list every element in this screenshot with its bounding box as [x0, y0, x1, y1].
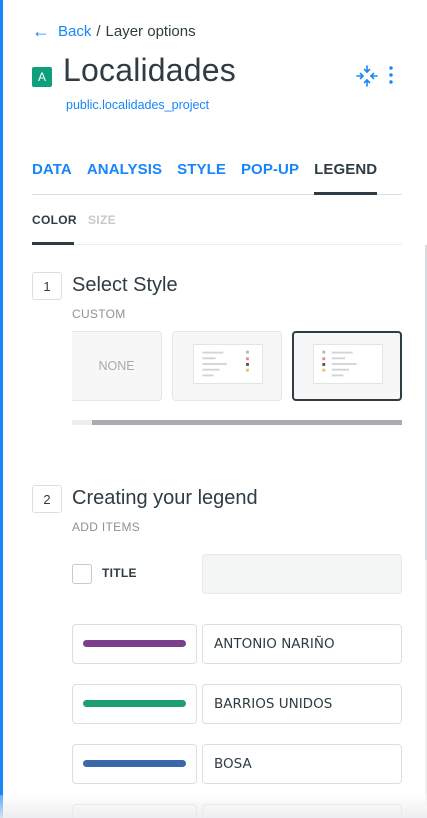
legend-item-name-input[interactable]: ANTONIO NARIÑO [202, 624, 402, 664]
back-arrow-icon[interactable]: ← [32, 22, 50, 40]
panel-left-accent [0, 0, 3, 818]
tab-analysis[interactable]: ANALYSIS [87, 160, 162, 195]
title-checkbox[interactable] [72, 564, 92, 584]
back-link[interactable]: Back [58, 23, 91, 40]
legend-item-color-picker[interactable] [72, 744, 197, 784]
breadcrumb-separator: / [96, 22, 101, 40]
style-option-legend-left[interactable] [172, 331, 282, 401]
subtab-color[interactable]: COLOR [32, 212, 77, 245]
tab-style[interactable]: STYLE [177, 160, 226, 195]
step-1-number: 1 [32, 272, 62, 300]
tab-data[interactable]: DATA [32, 160, 72, 195]
breadcrumb: ← Back / Layer options [32, 22, 196, 40]
legend-item-color-picker[interactable] [72, 684, 197, 724]
legend-item-name-input[interactable]: BOSA [202, 744, 402, 784]
legend-subtabs: COLOR SIZE [32, 212, 402, 245]
legend-preview-thumbnail [193, 344, 263, 384]
legend-item-name-input[interactable]: BARRIOS UNIDOS [202, 684, 402, 724]
color-swatch [83, 700, 186, 707]
step-2-subtitle: ADD ITEMS [72, 520, 141, 534]
legend-title-input[interactable] [202, 554, 402, 594]
layer-tabs: DATA ANALYSIS STYLE POP-UP LEGEND [32, 160, 402, 195]
legend-item-color-picker[interactable] [72, 624, 197, 664]
layer-letter-badge: A [32, 67, 52, 87]
step-2-number: 2 [32, 485, 62, 513]
tab-legend[interactable]: LEGEND [314, 160, 378, 195]
color-swatch [83, 640, 186, 647]
collapse-icon[interactable] [356, 65, 378, 87]
style-carousel-scroll-thumb[interactable] [92, 420, 402, 425]
legend-preview-thumbnail [313, 344, 383, 384]
breadcrumb-current: Layer options [105, 22, 196, 40]
style-option-legend-right[interactable] [292, 331, 402, 401]
layer-source-link[interactable]: public.localidades_project [66, 98, 209, 112]
subtab-size: SIZE [88, 213, 116, 227]
style-option-none[interactable]: NONE [72, 331, 162, 401]
bottom-shadow [0, 795, 427, 818]
more-options-icon[interactable] [385, 64, 397, 86]
step-1-subtitle: CUSTOM [72, 307, 126, 321]
color-swatch [83, 760, 186, 767]
layer-title[interactable]: Localidades [63, 52, 236, 89]
title-checkbox-label: TITLE [102, 566, 137, 580]
step-1-title: Select Style [72, 274, 178, 296]
tab-pop-up[interactable]: POP-UP [241, 160, 299, 195]
step-2-title: Creating your legend [72, 487, 258, 509]
